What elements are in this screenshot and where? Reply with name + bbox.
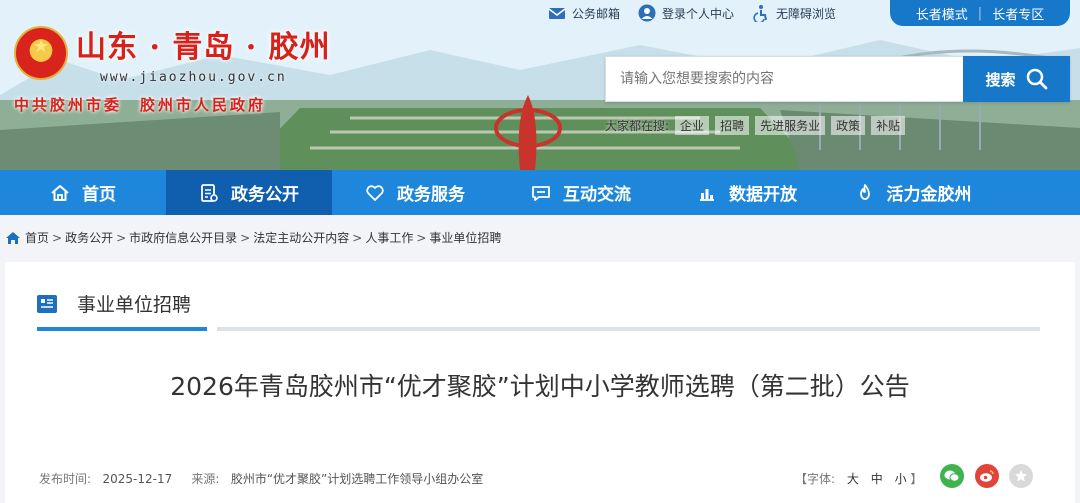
breadcrumb: 首页 > 政务公开 > 市政府信息公开目录 > 法定主动公开内容 > 人事工作 … bbox=[5, 229, 501, 246]
main-nav: 首页 政务公开 政务服务 互动交流 数据开放 活力金胶州 bbox=[0, 170, 1080, 215]
breadcrumb-separator: > bbox=[416, 230, 427, 245]
search-box: 搜索 bbox=[605, 56, 1070, 102]
favorite-button[interactable] bbox=[1009, 464, 1033, 488]
share-weibo-button[interactable] bbox=[975, 464, 999, 488]
hot-searches-label: 大家都在搜: bbox=[605, 119, 670, 133]
font-size-medium[interactable]: 中 bbox=[871, 472, 883, 486]
site-url: www.jiaozhou.gov.cn bbox=[100, 70, 287, 85]
bar-chart-icon bbox=[700, 188, 714, 201]
heart-icon bbox=[366, 184, 384, 201]
login-link[interactable]: 登录个人中心 bbox=[638, 4, 734, 22]
elder-mode-bar: 长者模式 | 长者专区 bbox=[890, 0, 1070, 26]
font-size-small[interactable]: 小 bbox=[895, 472, 907, 486]
list-icon bbox=[37, 294, 57, 313]
search-input[interactable] bbox=[605, 56, 963, 102]
search-button[interactable]: 搜索 bbox=[963, 56, 1070, 102]
star-icon bbox=[1015, 470, 1027, 482]
nav-item-label: 政务公开 bbox=[231, 185, 299, 205]
share-wechat-button[interactable] bbox=[940, 464, 964, 488]
nav-item-label: 活力金胶州 bbox=[886, 185, 972, 205]
login-link-label: 登录个人中心 bbox=[662, 6, 735, 21]
font-size-switcher: 【字体: 大 中 小 】 bbox=[795, 470, 922, 487]
nav-item-home[interactable]: 首页 bbox=[0, 170, 166, 215]
breadcrumb-item[interactable]: 市政府信息公开目录 bbox=[129, 229, 237, 246]
mail-icon bbox=[548, 8, 566, 19]
site-header: ★ 山东 · 青岛 · 胶州 www.jiaozhou.gov.cn 中共胶州市… bbox=[0, 0, 1080, 170]
nav-item-gov-affairs[interactable]: 政务公开 bbox=[166, 170, 332, 215]
nav-item-label: 首页 bbox=[82, 185, 116, 205]
font-size-label: 【字体: bbox=[795, 472, 836, 486]
breadcrumb-separator: > bbox=[52, 230, 63, 245]
content-card: 事业单位招聘 2026年青岛胶州市“优才聚胶”计划中小学教师选聘（第二批）公告 … bbox=[5, 262, 1075, 503]
breadcrumb-item[interactable]: 首页 bbox=[25, 229, 49, 246]
nav-item-label: 互动交流 bbox=[563, 185, 631, 205]
breadcrumb-separator: > bbox=[240, 230, 251, 245]
top-links: 公务邮箱 登录个人中心 无障碍浏览 bbox=[548, 2, 854, 24]
section-underline-accent bbox=[37, 327, 207, 331]
search-icon bbox=[1026, 68, 1047, 90]
publish-date: 2025-12-17 bbox=[102, 472, 173, 486]
hot-search-word[interactable]: 补贴 bbox=[871, 116, 906, 135]
breadcrumb-current[interactable]: 事业单位招聘 bbox=[429, 229, 501, 246]
elder-zone-button[interactable]: 长者专区 bbox=[992, 4, 1044, 23]
breadcrumb-item[interactable]: 政务公开 bbox=[65, 229, 113, 246]
breadcrumb-separator: > bbox=[352, 230, 363, 245]
article-meta: 发布时间: 2025-12-17 来源: 胶州市“优才聚胶”计划选聘工作领导小组… bbox=[39, 470, 483, 487]
elder-separator: | bbox=[977, 5, 983, 21]
home-icon bbox=[6, 231, 20, 244]
accessibility-link-label: 无障碍浏览 bbox=[776, 6, 837, 21]
nav-item-open-data[interactable]: 数据开放 bbox=[664, 170, 830, 215]
home-icon bbox=[51, 184, 69, 201]
nav-item-interaction[interactable]: 互动交流 bbox=[498, 170, 664, 215]
wechat-icon bbox=[944, 470, 960, 482]
hot-search-word[interactable]: 政策 bbox=[831, 116, 866, 135]
weibo-icon bbox=[980, 470, 994, 482]
accessibility-icon bbox=[753, 5, 768, 22]
national-emblem-logo: ★ bbox=[14, 26, 68, 80]
article-source: 胶州市“优才聚胶”计划选聘工作领导小组办公室 bbox=[230, 472, 484, 486]
hot-search-word[interactable]: 招聘 bbox=[715, 116, 750, 135]
mailbox-link-label: 公务邮箱 bbox=[572, 6, 621, 21]
article-title: 2026年青岛胶州市“优才聚胶”计划中小学教师选聘（第二批）公告 bbox=[170, 372, 910, 401]
breadcrumb-item[interactable]: 法定主动公开内容 bbox=[253, 229, 349, 246]
elder-mode-button[interactable]: 长者模式 bbox=[916, 4, 968, 23]
site-organization: 中共胶州市委 胶州市人民政府 bbox=[14, 96, 267, 114]
section-title: 事业单位招聘 bbox=[77, 294, 192, 316]
chat-icon bbox=[532, 185, 550, 201]
section-underline bbox=[217, 327, 1040, 331]
site-title: 山东 · 青岛 · 胶州 bbox=[76, 30, 331, 65]
font-size-large[interactable]: 大 bbox=[847, 472, 859, 486]
flame-icon bbox=[859, 183, 870, 200]
hot-searches: 大家都在搜: 企业 招聘 先进服务业 政策 补贴 bbox=[605, 116, 906, 135]
accessibility-link[interactable]: 无障碍浏览 bbox=[752, 4, 836, 22]
breadcrumb-item[interactable]: 人事工作 bbox=[365, 229, 413, 246]
nav-item-vitality-jiaozhou[interactable]: 活力金胶州 bbox=[830, 170, 996, 215]
hot-search-word[interactable]: 先进服务业 bbox=[755, 116, 826, 135]
mailbox-link[interactable]: 公务邮箱 bbox=[548, 4, 620, 22]
document-icon bbox=[201, 183, 218, 202]
user-icon bbox=[638, 4, 656, 22]
hot-search-word[interactable]: 企业 bbox=[675, 116, 710, 135]
nav-item-gov-services[interactable]: 政务服务 bbox=[332, 170, 498, 215]
section-header: 事业单位招聘 bbox=[37, 290, 191, 317]
search-button-label: 搜索 bbox=[985, 70, 1016, 89]
breadcrumb-separator: > bbox=[116, 230, 127, 245]
font-size-close: 】 bbox=[910, 472, 923, 486]
nav-item-label: 数据开放 bbox=[729, 185, 797, 205]
nav-item-label: 政务服务 bbox=[397, 185, 465, 205]
publish-label: 发布时间: bbox=[39, 472, 92, 486]
source-label: 来源: bbox=[191, 472, 220, 486]
